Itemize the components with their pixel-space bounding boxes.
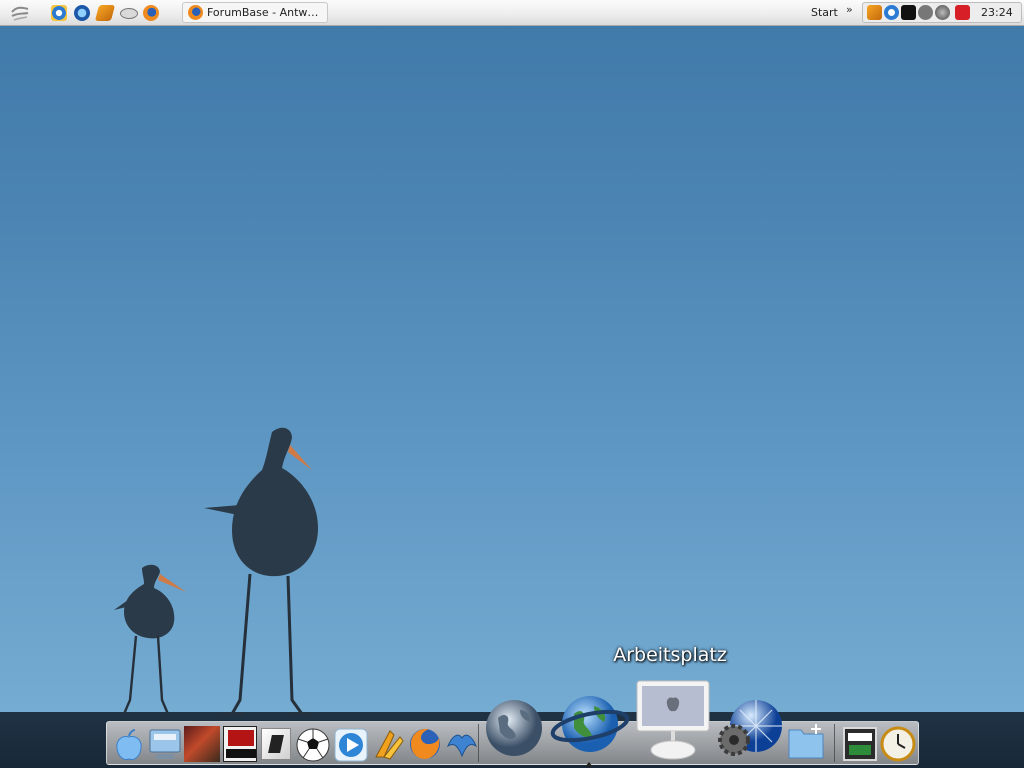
check-tray-icon[interactable] (884, 5, 899, 20)
firefox-icon[interactable] (407, 726, 443, 762)
arbeitsplatz-imac-icon[interactable] (636, 680, 710, 760)
steam-tray-icon[interactable] (901, 5, 916, 20)
antivirus-tray-icon[interactable] (955, 5, 970, 20)
dock-tooltip: Arbeitsplatz (613, 644, 727, 666)
thunderbird-icon[interactable] (444, 726, 480, 762)
mafia-icon[interactable] (223, 726, 257, 762)
taskbar: ForumBase - Antw… Start » 23:24 (0, 0, 1024, 26)
my-computer-icon[interactable] (147, 727, 183, 761)
small-heron (114, 564, 186, 715)
wallpaper-herons (114, 427, 318, 715)
large-heron (204, 427, 318, 715)
start-label[interactable]: Start (811, 6, 838, 19)
clock-icon[interactable] (880, 726, 916, 762)
finder-icon[interactable] (112, 727, 146, 763)
winamp-icon[interactable] (94, 5, 116, 21)
system-preferences-icon[interactable] (714, 698, 786, 760)
media-player-icon[interactable] (333, 727, 369, 763)
task-button-forumbase[interactable]: ForumBase - Antw… (182, 2, 328, 23)
amd-athlon-icon[interactable] (843, 727, 877, 761)
start-menu-icon[interactable] (9, 4, 31, 22)
counter-strike-icon[interactable] (261, 728, 291, 760)
ie-icon[interactable] (51, 5, 67, 21)
firefox-icon[interactable] (143, 5, 159, 21)
winamp-tray-icon[interactable] (867, 5, 882, 20)
task-button-label: ForumBase - Antw… (207, 6, 319, 19)
hardware-tray-icon[interactable] (918, 5, 933, 20)
game-art-icon[interactable] (184, 726, 220, 762)
winamp-icon[interactable] (370, 727, 406, 763)
firefox-icon (188, 5, 203, 20)
speaker-tray-icon[interactable] (935, 5, 950, 20)
new-folder-icon[interactable] (786, 722, 826, 762)
disk-icon[interactable] (120, 8, 138, 19)
world-globe-icon[interactable] (484, 698, 544, 758)
clock: 23:24 (981, 6, 1013, 19)
soccer-icon[interactable] (295, 727, 331, 763)
dock-separator (834, 724, 835, 762)
chevron-icon[interactable]: » (846, 3, 853, 16)
internet-planet-icon[interactable] (550, 690, 630, 760)
outlook-express-icon[interactable] (74, 5, 90, 21)
active-app-indicator (585, 762, 593, 767)
